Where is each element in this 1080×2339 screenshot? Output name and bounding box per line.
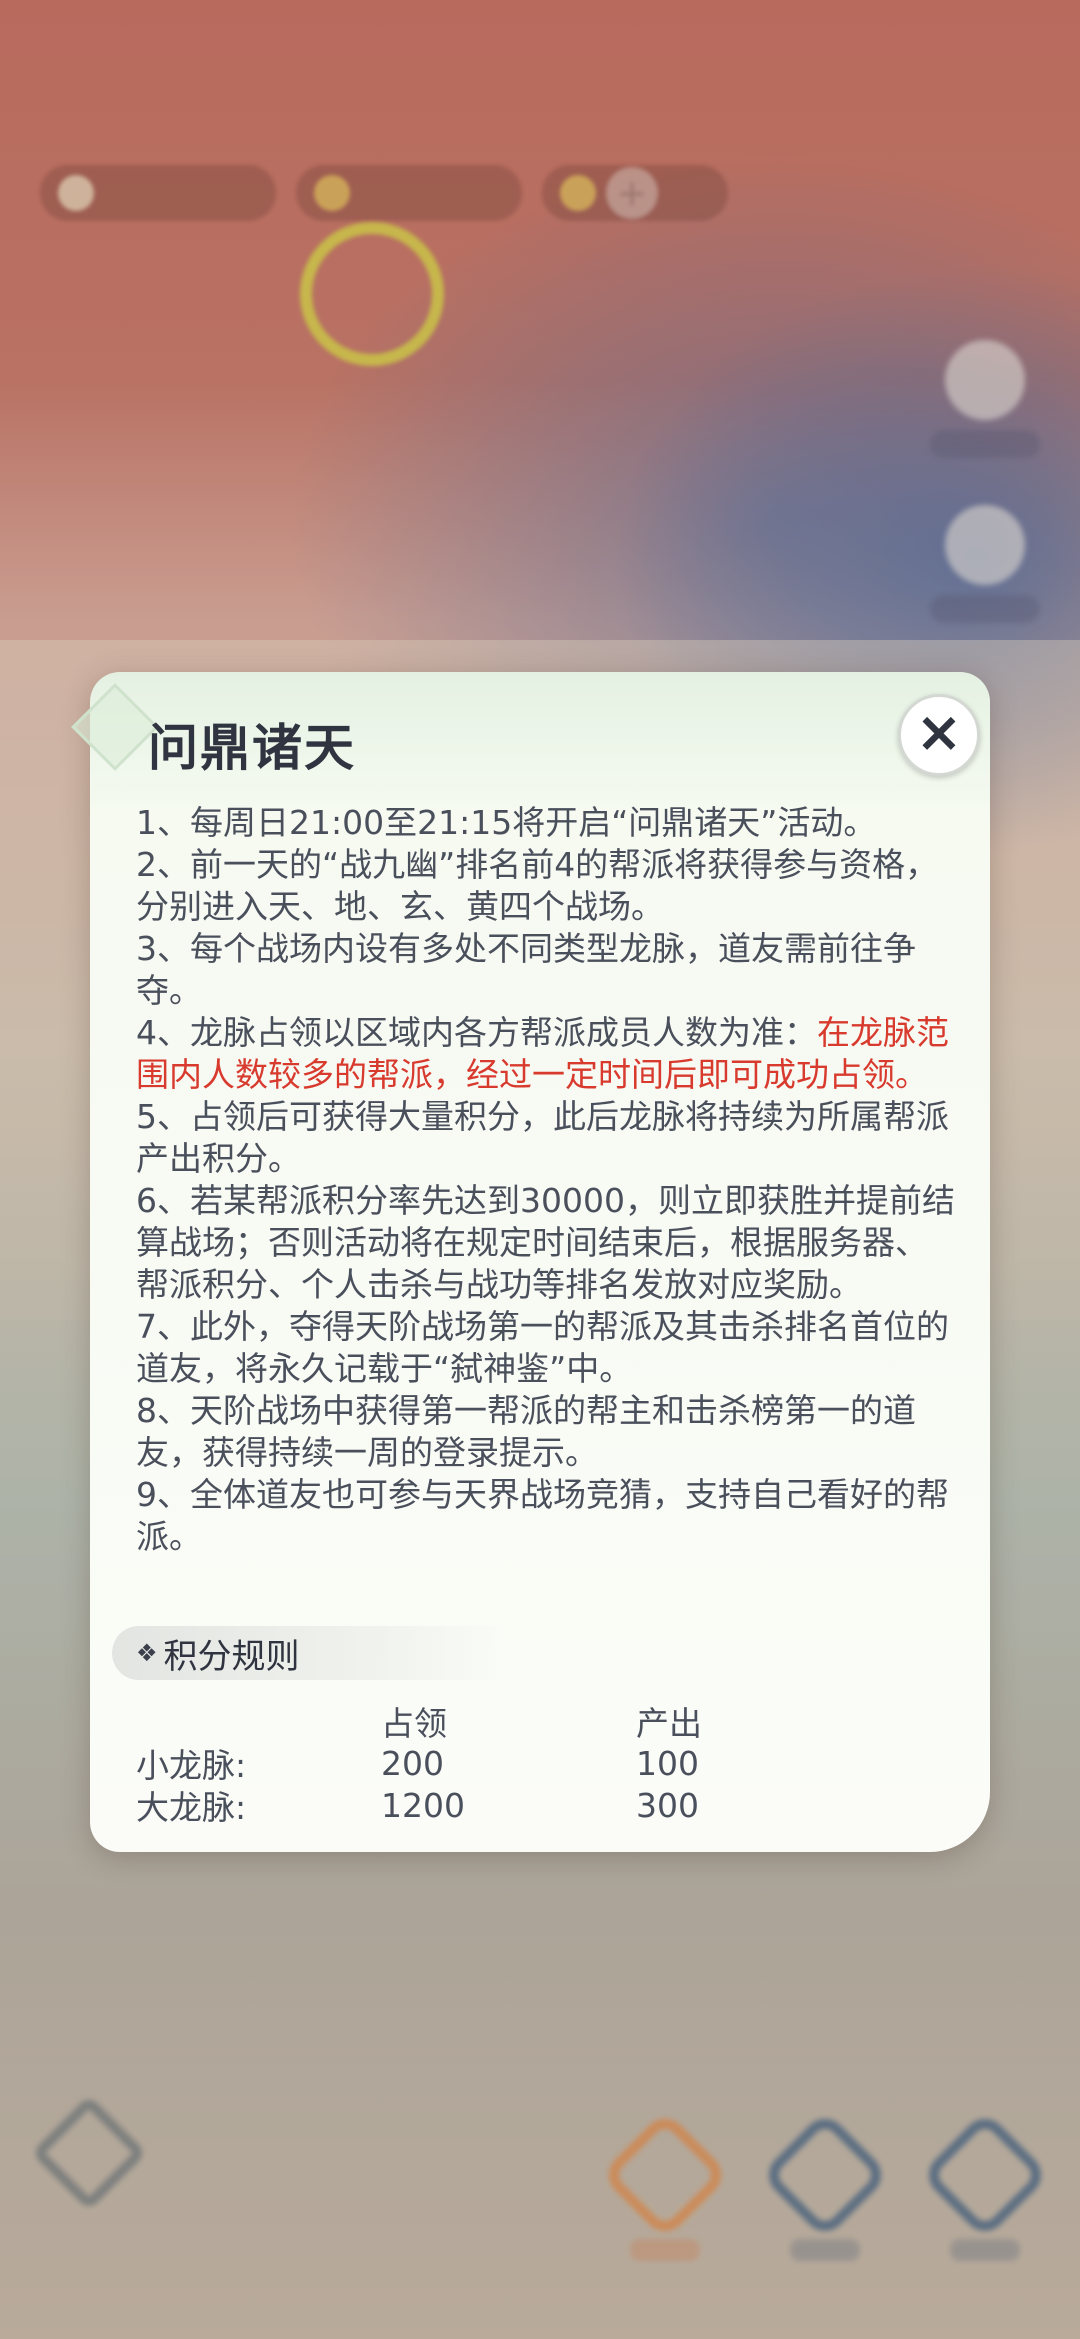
rule-text: 9、全体道友也可参与天界战场竞猜，支持自己看好的帮派。 — [136, 1475, 949, 1556]
rule-text: 6、若某帮派积分率先达到30000，则立即获胜并提前结算战场；否则活动将在规定时… — [136, 1181, 955, 1304]
rule-item: 5、占领后可获得大量积分，此后龙脉将持续为所属帮派产出积分。 — [136, 1096, 956, 1180]
rule-text: 3、每个战场内设有多处不同类型龙脉，道友需前往争夺。 — [136, 929, 916, 1010]
rule-text: 8、天阶战场中获得第一帮派的帮主和击杀榜第一的道友，获得持续一周的登录提示。 — [136, 1391, 916, 1472]
rules-list: 1、每周日21:00至21:15将开启“问鼎诸天”活动。 2、前一天的“战九幽”排… — [136, 802, 956, 1558]
close-button[interactable]: × — [898, 694, 980, 776]
rule-item: 9、全体道友也可参与天界战场竞猜，支持自己看好的帮派。 — [136, 1474, 956, 1558]
score-row-large: 大龙脉: 1200 300 — [136, 1784, 836, 1828]
rule-item: 4、龙脉占领以区域内各方帮派成员人数为准：在龙脉范围内人数较多的帮派，经过一定时… — [136, 1012, 956, 1096]
rule-text: 2、前一天的“战九幽”排名前4的帮派将获得参与资格，分别进入天、地、玄、黄四个战… — [136, 845, 939, 926]
output-value: 300 — [636, 1785, 699, 1825]
score-rules-title: 积分规则 — [163, 1636, 300, 1677]
rule-item: 3、每个战场内设有多处不同类型龙脉，道友需前往争夺。 — [136, 928, 956, 1012]
rule-item: 2、前一天的“战九幽”排名前4的帮派将获得参与资格，分别进入天、地、玄、黄四个战… — [136, 844, 956, 928]
rule-text: 5、占领后可获得大量积分，此后龙脉将持续为所属帮派产出积分。 — [136, 1097, 949, 1178]
occupy-value: 1200 — [381, 1785, 465, 1825]
occupy-value: 200 — [381, 1743, 444, 1783]
rule-text: 4、龙脉占领以区域内各方帮派成员人数为准： — [136, 1013, 817, 1052]
close-icon: × — [915, 700, 963, 765]
modal-title: 问鼎诸天 — [148, 719, 356, 777]
score-table: 占领 产出 小龙脉: 200 100 大龙脉: 1200 300 — [136, 1700, 836, 1828]
header-cell-output: 产出 — [636, 1704, 702, 1743]
rule-item: 1、每周日21:00至21:15将开启“问鼎诸天”活动。 — [136, 802, 956, 844]
score-table-header: 占领 产出 — [136, 1700, 836, 1743]
rule-text: 7、此外，夺得天阶战场第一的帮派及其击杀排名首位的道友，将永久记载于“弑神鉴”中… — [136, 1307, 949, 1388]
output-value: 100 — [636, 1743, 699, 1783]
score-row-small: 小龙脉: 200 100 — [136, 1742, 836, 1786]
row-label: 小龙脉: — [136, 1746, 247, 1785]
rule-item: 8、天阶战场中获得第一帮派的帮主和击杀榜第一的道友，获得持续一周的登录提示。 — [136, 1390, 956, 1474]
rules-modal: 问鼎诸天 × 1、每周日21:00至21:15将开启“问鼎诸天”活动。 2、前一天… — [71, 672, 990, 1852]
sparkle-icon: ❖ — [136, 1639, 158, 1667]
rule-item: 7、此外，夺得天阶战场第一的帮派及其击杀排名首位的道友，将永久记载于“弑神鉴”中… — [136, 1306, 956, 1390]
row-label: 大龙脉: — [136, 1788, 247, 1827]
rule-item: 6、若某帮派积分率先达到30000，则立即获胜并提前结算战场；否则活动将在规定时… — [136, 1180, 956, 1306]
rule-text: 1、每周日21:00至21:15将开启“问鼎诸天”活动。 — [136, 803, 877, 842]
score-rules-header: ❖ 积分规则 — [112, 1626, 502, 1680]
header-cell-occupy: 占领 — [381, 1704, 447, 1743]
